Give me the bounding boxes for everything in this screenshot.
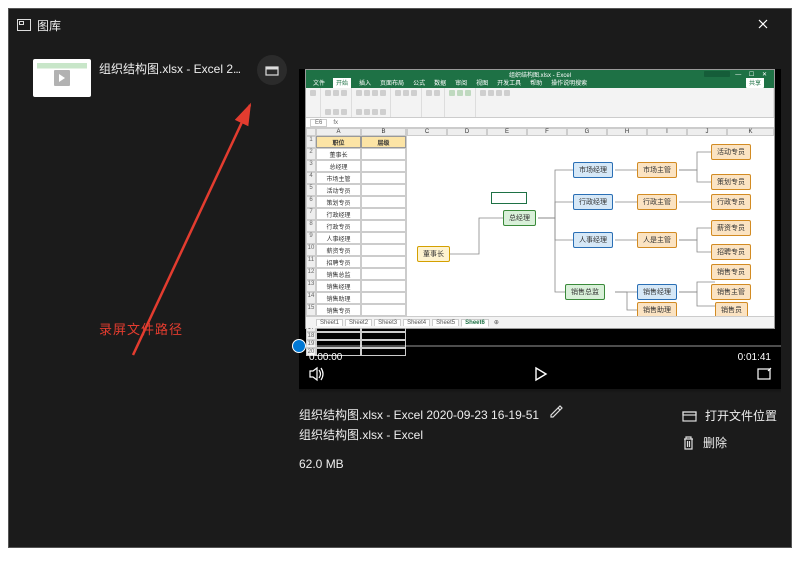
- titlebar: 图库: [9, 9, 791, 41]
- open-location-button[interactable]: 打开文件位置: [682, 407, 777, 424]
- thumbnail-image: [33, 59, 91, 97]
- excel-preview: 组织结构图.xlsx - Excel — ☐ ✕ 文件 开始 插入 页面布局 公…: [305, 69, 775, 329]
- video-player[interactable]: 组织结构图.xlsx - Excel — ☐ ✕ 文件 开始 插入 页面布局 公…: [299, 69, 781, 389]
- play-button[interactable]: [534, 367, 548, 386]
- filename-short: 组织结构图.xlsx - Excel: [299, 425, 423, 445]
- open-path-button[interactable]: [257, 55, 287, 85]
- window-title: 图库: [37, 17, 61, 34]
- sidebar: 组织结构图.xlsx - Excel 2...: [33, 59, 279, 97]
- excel-formula-bar: E6fx: [306, 118, 774, 128]
- excel-window-buttons: — ☐ ✕: [735, 71, 770, 78]
- excel-ribbon-tabs: 文件 开始 插入 页面布局 公式 数据 审阅 视图 开发工具 帮助 操作说明搜索…: [306, 78, 774, 88]
- main-area: 组织结构图.xlsx - Excel — ☐ ✕ 文件 开始 插入 页面布局 公…: [299, 41, 781, 537]
- gallery-window: 图库 组织结构图.xlsx - Excel 2...: [8, 8, 792, 548]
- duration: 0:01:41: [738, 352, 771, 363]
- org-chart: C D E F G H I J K: [406, 128, 774, 316]
- fullscreen-button[interactable]: [757, 367, 771, 385]
- thumbnail-label: 组织结构图.xlsx - Excel 2...: [99, 62, 249, 77]
- gallery-icon: [17, 19, 31, 31]
- recording-thumbnail-item[interactable]: 组织结构图.xlsx - Excel 2...: [33, 59, 279, 97]
- filename-full: 组织结构图.xlsx - Excel 2020-09-23 16-19-51: [299, 405, 539, 425]
- file-metadata: 组织结构图.xlsx - Excel 2020-09-23 16-19-51 组…: [299, 405, 781, 471]
- seek-bar[interactable]: [299, 345, 781, 347]
- excel-title: 组织结构图.xlsx - Excel: [509, 70, 571, 79]
- play-overlay-icon: [53, 69, 71, 87]
- annotation-text: 录屏文件路径: [99, 319, 183, 338]
- close-button[interactable]: [743, 18, 783, 32]
- excel-ribbon: [306, 88, 774, 118]
- excel-search-box: [704, 71, 730, 77]
- excel-sheet-tabs: Sheet1 Sheet2 Sheet3 Sheet4 Sheet5 Sheet…: [306, 316, 774, 328]
- file-size: 62.0 MB: [299, 457, 682, 471]
- edit-name-button[interactable]: [549, 405, 563, 425]
- excel-data-table: AB 1职位层级 2董事长3总经理4市场主管5活动专员6策划专员7行政经理8行政…: [306, 128, 406, 316]
- current-time: 0:00:00: [309, 352, 342, 363]
- volume-button[interactable]: [309, 367, 325, 386]
- delete-button[interactable]: 删除: [682, 434, 777, 451]
